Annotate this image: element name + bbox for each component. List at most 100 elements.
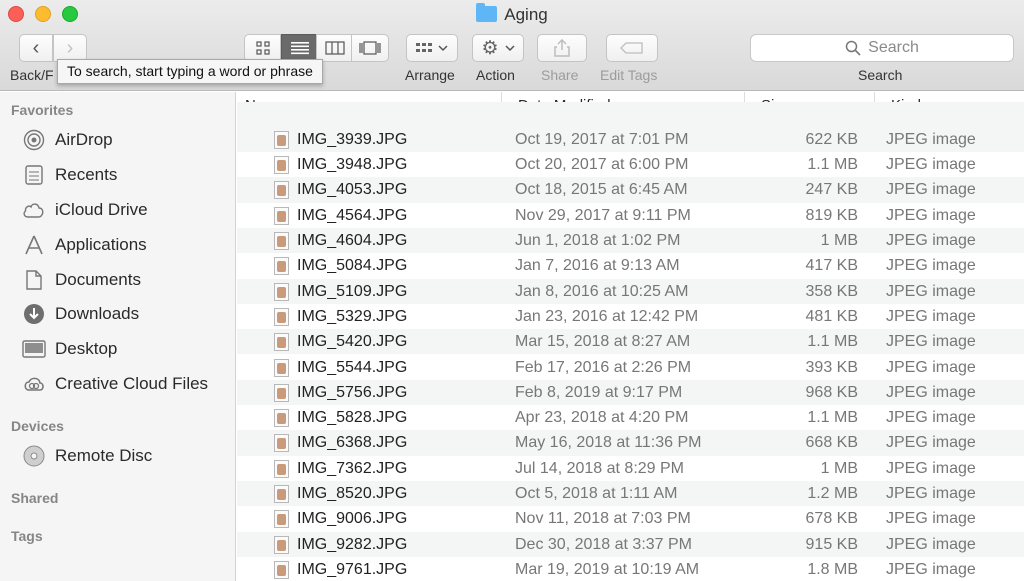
file-row[interactable]: IMG_5329.JPG Jan 23, 2016 at 12:42 PM 481 …	[237, 303, 1024, 330]
list-view-icon	[290, 42, 309, 55]
file-name: IMG_5544.JPG	[297, 358, 408, 376]
image-thumbnail-icon	[274, 232, 289, 250]
file-row[interactable]: IMG_5828.JPG Apr 23, 2018 at 4:20 PM 1.1 M…	[237, 405, 1024, 431]
file-name: IMG_5828.JPG	[297, 409, 408, 427]
icon-view-button[interactable]	[244, 34, 281, 62]
gallery-view-button[interactable]	[351, 34, 389, 62]
sidebar-header-tags: Tags	[11, 528, 43, 544]
file-name: IMG_4053.JPG	[297, 181, 408, 199]
file-row[interactable]: IMG_4604.JPG Jun 1, 2018 at 1:02 PM 1 MB JP…	[237, 228, 1024, 254]
image-thumbnail-icon	[274, 307, 289, 326]
arrange-icon	[416, 43, 448, 52]
arrange-button[interactable]	[406, 34, 458, 62]
file-size: 247 KB	[805, 181, 858, 199]
file-kind: JPEG image	[886, 307, 976, 325]
file-row[interactable]: IMG_5084.JPG Jan 7, 2016 at 9:13 AM 417 KB…	[237, 253, 1024, 279]
file-row[interactable]: IMG_5109.JPG Jan 8, 2016 at 10:25 AM 358 K…	[237, 278, 1024, 304]
image-thumbnail-icon	[274, 434, 289, 453]
image-thumbnail-icon	[274, 535, 289, 554]
file-list: Name Date Modified Size Kind IMG_3939.JP…	[237, 92, 1024, 581]
file-kind: JPEG image	[886, 383, 976, 401]
image-thumbnail-icon	[274, 485, 289, 503]
file-date-modified: Oct 20, 2017 at 6:00 PM	[515, 156, 689, 174]
sidebar-item-desktop[interactable]: Desktop	[22, 335, 117, 363]
file-size: 1.8 MB	[807, 560, 858, 578]
file-row[interactable]: IMG_3948.JPG Oct 20, 2017 at 6:00 PM 1.1 M…	[237, 152, 1024, 178]
file-row[interactable]: IMG_6368.JPG May 16, 2018 at 11:36 PM 668 …	[237, 430, 1024, 456]
sidebar-item-documents[interactable]: Documents	[22, 266, 141, 294]
file-date-modified: Dec 30, 2018 at 3:37 PM	[515, 535, 692, 553]
image-thumbnail-icon	[274, 206, 289, 225]
file-name: IMG_5084.JPG	[297, 257, 408, 275]
file-row-partial[interactable]	[237, 101, 1024, 127]
file-row[interactable]: IMG_4564.JPG Nov 29, 2017 at 9:11 PM 819 K…	[237, 202, 1024, 228]
sidebar-item-label: Remote Disc	[55, 446, 153, 465]
forward-button[interactable]: ›	[53, 34, 87, 62]
file-row[interactable]: IMG_4053.JPG Oct 18, 2015 at 6:45 AM 247 K…	[237, 177, 1024, 203]
creative-cloud-icon	[22, 372, 46, 396]
disc-icon	[22, 444, 46, 468]
back-forward-label: Back/F	[10, 67, 54, 83]
image-thumbnail-icon	[274, 130, 289, 149]
sidebar-item-icloud-drive[interactable]: iCloud Drive	[22, 196, 148, 224]
file-date-modified: Jul 14, 2018 at 8:29 PM	[515, 459, 684, 477]
image-thumbnail-icon	[274, 257, 289, 276]
search-tooltip: To search, start typing a word or phrase	[57, 59, 323, 84]
sidebar-item-creative-cloud-files[interactable]: Creative Cloud Files	[22, 370, 208, 398]
column-view-button[interactable]	[316, 34, 353, 62]
file-row[interactable]: IMG_3939.JPG Oct 19, 2017 at 7:01 PM 622 K…	[237, 126, 1024, 153]
file-size: 968 KB	[805, 383, 858, 401]
edit-tags-button[interactable]	[606, 34, 658, 62]
file-row[interactable]: IMG_5544.JPG Feb 17, 2016 at 2:26 PM 393 K…	[237, 354, 1024, 380]
image-thumbnail-icon	[274, 560, 289, 579]
search-field[interactable]: Search	[750, 34, 1014, 62]
search-label: Search	[858, 67, 903, 83]
file-kind: JPEG image	[886, 130, 976, 148]
cloud-icon	[22, 198, 46, 222]
file-size: 393 KB	[805, 358, 858, 376]
sidebar-item-airdrop[interactable]: AirDrop	[22, 126, 113, 154]
file-row[interactable]: IMG_9006.JPG Nov 11, 2018 at 7:03 PM 678 K…	[237, 506, 1024, 532]
file-date-modified: Nov 29, 2017 at 9:11 PM	[515, 206, 691, 224]
sidebar-item-applications[interactable]: Applications	[22, 231, 147, 259]
toolbar: Aging ‹ › Back/F Arrange ⚙ Action Share …	[0, 0, 1024, 91]
sidebar-item-remote-disc[interactable]: Remote Disc	[22, 442, 152, 470]
file-row[interactable]: IMG_5756.JPG Feb 8, 2019 at 9:17 PM 968 KB…	[237, 379, 1024, 406]
image-thumbnail-icon	[274, 358, 289, 377]
sidebar-item-downloads[interactable]: Downloads	[22, 300, 139, 328]
list-view-button[interactable]	[281, 34, 318, 62]
file-name: IMG_3948.JPG	[297, 156, 408, 174]
airdrop-icon	[22, 128, 46, 152]
chevron-left-icon: ‹	[32, 36, 40, 59]
file-date-modified: Mar 15, 2018 at 8:27 AM	[515, 333, 691, 351]
image-thumbnail-icon	[274, 409, 289, 428]
edit-tags-label: Edit Tags	[600, 67, 658, 83]
file-name: IMG_9006.JPG	[297, 510, 408, 528]
file-size: 819 KB	[805, 206, 858, 224]
back-button[interactable]: ‹	[19, 34, 53, 62]
file-date-modified: Jun 1, 2018 at 1:02 PM	[515, 232, 681, 249]
sidebar: Favorites AirDrop Recents iCloud Drive A…	[0, 92, 236, 581]
file-kind: JPEG image	[886, 434, 976, 452]
action-label: Action	[476, 67, 515, 83]
sidebar-item-label: Downloads	[55, 304, 140, 323]
file-row[interactable]: IMG_8520.JPG Oct 5, 2018 at 1:11 AM 1.2 MB…	[237, 481, 1024, 507]
file-name: IMG_9282.JPG	[297, 535, 408, 553]
file-date-modified: Mar 19, 2019 at 10:19 AM	[515, 560, 700, 578]
file-row[interactable]: IMG_9282.JPG Dec 30, 2018 at 3:37 PM 915 K…	[237, 531, 1024, 557]
file-kind: JPEG image	[886, 358, 976, 376]
file-row[interactable]: IMG_5420.JPG Mar 15, 2018 at 8:27 AM 1.1 M…	[237, 329, 1024, 355]
file-size: 417 KB	[805, 257, 858, 275]
file-row[interactable]: IMG_7362.JPG Jul 14, 2018 at 8:29 PM 1 MB J…	[237, 455, 1024, 481]
file-size: 1 MB	[820, 459, 858, 477]
sidebar-item-label: Creative Cloud Files	[55, 374, 209, 393]
file-size: 1.1 MB	[807, 409, 858, 427]
sidebar-item-recents[interactable]: Recents	[22, 161, 117, 189]
action-button[interactable]: ⚙	[472, 34, 524, 62]
file-row[interactable]: IMG_9761.JPG Mar 19, 2019 at 10:19 AM 1.8 …	[237, 556, 1024, 581]
icon-view-icon	[255, 41, 270, 55]
file-size: 915 KB	[805, 535, 858, 553]
gallery-view-icon	[359, 41, 381, 55]
share-button[interactable]	[537, 34, 587, 62]
file-name: IMG_8520.JPG	[297, 485, 408, 502]
